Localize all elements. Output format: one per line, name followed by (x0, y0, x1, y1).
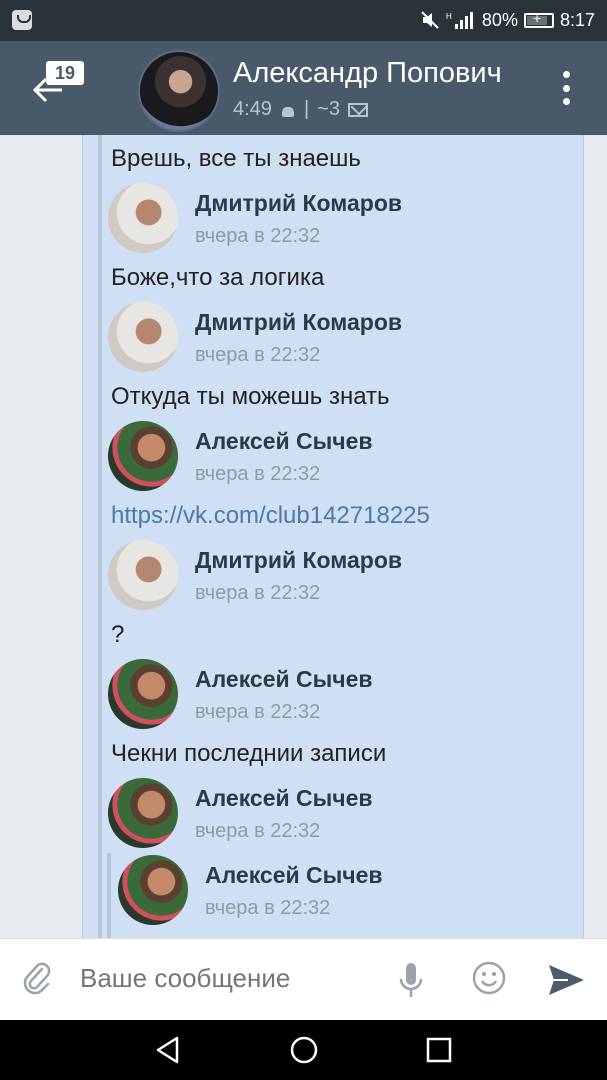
forwarded-text: ? (111, 621, 125, 648)
svg-text:H: H (446, 12, 452, 21)
avatar[interactable] (108, 659, 178, 729)
status-separator: | (303, 98, 310, 120)
author-time: вчера в 22:32 (195, 701, 321, 723)
avatar[interactable] (108, 778, 178, 848)
paperclip-icon[interactable] (22, 961, 52, 997)
contact-name[interactable]: Александр Попович (233, 57, 523, 90)
avatar[interactable] (118, 855, 188, 925)
forwarded-text: Откуда ты можешь знать (111, 383, 390, 410)
author-name[interactable]: Дмитрий Комаров (195, 547, 402, 574)
notification-icon (12, 10, 32, 30)
nav-home-icon[interactable] (289, 1035, 319, 1065)
author-name[interactable]: Алексей Сычев (195, 428, 373, 455)
status-bar-right: H 80% 8:17 (420, 9, 595, 31)
author-name[interactable]: Дмитрий Комаров (195, 309, 402, 336)
avatar[interactable] (108, 540, 178, 610)
nested-forward-line (107, 853, 111, 938)
forwarded-text: Чекни последнии записи (111, 740, 387, 767)
author-name[interactable]: Алексей Сычев (195, 666, 373, 693)
forward-line (98, 135, 102, 938)
avatar[interactable] (108, 183, 178, 253)
nav-back-icon[interactable] (153, 1035, 183, 1065)
signal-icon: H (446, 12, 473, 29)
smile-icon[interactable] (472, 961, 506, 995)
author-time: вчера в 22:32 (205, 897, 331, 919)
avatar[interactable] (108, 302, 178, 372)
status-bar: H 80% 8:17 (0, 0, 607, 41)
author-name[interactable]: Алексей Сычев (195, 785, 373, 812)
author-time: вчера в 22:32 (195, 820, 321, 842)
battery-percent: 80% (481, 9, 518, 30)
message-input[interactable] (80, 963, 380, 994)
avatar[interactable] (108, 421, 178, 491)
contact-avatar[interactable] (138, 50, 220, 132)
author-time: вчера в 22:32 (195, 463, 321, 485)
chat-area[interactable]: Врешь, все ты знаешь Дмитрий Комаров вче… (0, 135, 607, 938)
forwarded-link[interactable]: https://vk.com/club142718225 (111, 502, 430, 530)
chat-header: 19 Александр Попович 4:49 | ~3 (0, 41, 607, 135)
unread-badge: 19 (46, 61, 84, 85)
mute-icon (421, 11, 439, 29)
message-composer (0, 938, 607, 1021)
author-name[interactable]: Дмитрий Комаров (195, 190, 402, 217)
author-time: вчера в 22:32 (195, 225, 321, 247)
author-time: вчера в 22:32 (195, 344, 321, 366)
author-name[interactable]: Алексей Сычев (205, 862, 383, 889)
nav-recent-icon[interactable] (424, 1035, 454, 1065)
last-seen: 4:49 (233, 98, 272, 120)
message-count: ~3 (317, 98, 340, 120)
clock: 8:17 (559, 9, 595, 30)
author-time: вчера в 22:32 (195, 582, 321, 604)
mail-icon (347, 102, 368, 117)
system-nav-bar (0, 1020, 607, 1080)
battery-icon (523, 10, 554, 28)
forwarded-text: Врешь, все ты знаешь (111, 145, 361, 172)
send-icon[interactable] (546, 961, 586, 999)
microphone-icon[interactable] (398, 961, 424, 1001)
contact-status: 4:49 | ~3 (233, 98, 368, 121)
more-vert-icon[interactable] (561, 71, 571, 105)
android-icon (280, 102, 296, 118)
back-button[interactable]: 19 (20, 51, 90, 121)
forwarded-text: Боже,что за логика (111, 264, 325, 291)
